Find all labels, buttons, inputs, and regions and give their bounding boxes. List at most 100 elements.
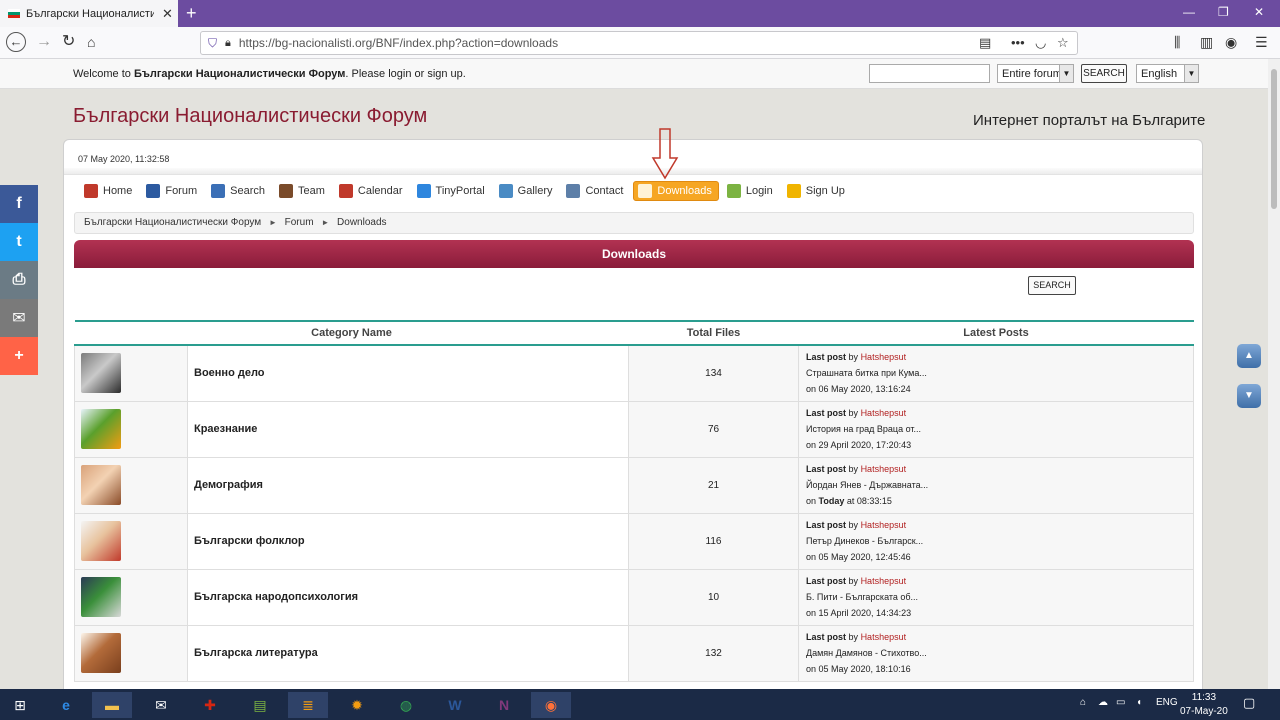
system-clock[interactable]: 11:33 07-May-20 bbox=[1180, 691, 1228, 719]
twitter-share-button[interactable]: t bbox=[0, 223, 38, 261]
category-name[interactable]: Българска народопсихология bbox=[187, 568, 629, 626]
onenote-icon[interactable]: N bbox=[484, 692, 524, 718]
breadcrumb-item-forum-home[interactable]: Български Националистически Форум bbox=[84, 217, 261, 228]
last-post-label[interactable]: Last post bbox=[806, 632, 846, 642]
post-author-link[interactable]: Hatshepsut bbox=[861, 576, 907, 586]
bookmark-star-icon[interactable]: ☆ bbox=[1057, 35, 1069, 51]
close-window-button[interactable]: ✕ bbox=[1254, 5, 1264, 19]
last-post-label[interactable]: Last post bbox=[806, 520, 846, 530]
back-button[interactable]: ← bbox=[6, 32, 26, 52]
volume-icon[interactable]: ◖ bbox=[1136, 697, 1142, 708]
page-scrollbar[interactable] bbox=[1268, 59, 1280, 689]
last-post-label[interactable]: Last post bbox=[806, 352, 846, 362]
menu-item-contact[interactable]: Contact bbox=[562, 181, 629, 201]
category-thumbnail[interactable] bbox=[81, 353, 121, 394]
scroll-down-button[interactable]: ▼ bbox=[1237, 384, 1261, 408]
last-post-title[interactable]: Петър Динеков - Българск... bbox=[806, 533, 1193, 549]
cloud-icon[interactable]: ☁ bbox=[1098, 697, 1108, 708]
home-button[interactable]: ⌂ bbox=[87, 33, 95, 51]
category-name-text[interactable]: Демография bbox=[194, 479, 263, 491]
category-thumbnail[interactable] bbox=[81, 633, 121, 673]
category-name-text[interactable]: Военно дело bbox=[194, 367, 265, 379]
facebook-share-button[interactable]: f bbox=[0, 185, 38, 223]
tab-close-icon[interactable]: ✕ bbox=[162, 6, 173, 22]
last-post-label[interactable]: Last post bbox=[806, 576, 846, 586]
word-icon[interactable]: W bbox=[435, 692, 475, 718]
page-actions-icon[interactable]: ••• bbox=[1011, 35, 1025, 50]
category-thumbnail[interactable] bbox=[81, 577, 121, 617]
reader-view-icon[interactable]: ▤ bbox=[979, 35, 991, 51]
scrollbar-thumb[interactable] bbox=[1271, 69, 1277, 209]
scroll-up-button[interactable]: ▲ bbox=[1237, 344, 1261, 368]
tracking-shield-icon[interactable]: ⛉ bbox=[208, 36, 217, 51]
category-thumbnail[interactable] bbox=[81, 521, 121, 561]
category-name-text[interactable]: Български фолклор bbox=[194, 535, 305, 547]
category-name[interactable]: Български фолклор bbox=[187, 512, 629, 570]
last-post-title[interactable]: Дамян Дамянов - Стихотво... bbox=[806, 645, 1193, 661]
post-author-link[interactable]: Hatshepsut bbox=[861, 520, 907, 530]
paperclip-icon[interactable]: ⌂ bbox=[1080, 697, 1086, 708]
menu-item-home[interactable]: Home bbox=[80, 181, 138, 201]
file-explorer-icon[interactable]: ▬ bbox=[92, 692, 132, 718]
downloads-search-button[interactable]: SEARCH bbox=[1028, 276, 1076, 295]
firefox-icon[interactable]: ◉ bbox=[531, 692, 571, 718]
network-icon[interactable]: ▭ bbox=[1116, 697, 1125, 708]
menu-item-team[interactable]: Team bbox=[275, 181, 331, 201]
minimize-button[interactable]: — bbox=[1183, 5, 1195, 19]
chrome-icon[interactable]: ◍ bbox=[386, 692, 426, 718]
category-thumbnail[interactable] bbox=[81, 465, 121, 505]
menu-item-calendar[interactable]: Calendar bbox=[335, 181, 409, 201]
lock-icon[interactable]: 🔒︎ bbox=[225, 37, 231, 50]
post-author-link[interactable]: Hatshepsut bbox=[861, 408, 907, 418]
breadcrumb-item-forum[interactable]: Forum bbox=[285, 217, 314, 228]
menu-item-gallery[interactable]: Gallery bbox=[495, 181, 559, 201]
new-tab-button[interactable]: + bbox=[186, 3, 197, 24]
category-name-text[interactable]: Българска литература bbox=[194, 647, 318, 659]
url-text[interactable]: https://bg-nacionalisti.org/BNF/index.ph… bbox=[239, 36, 558, 50]
menu-item-sign-up[interactable]: Sign Up bbox=[783, 181, 851, 201]
account-icon[interactable]: ◉ bbox=[1225, 34, 1237, 51]
last-post-title[interactable]: Б. Пити - Българската об... bbox=[806, 589, 1193, 605]
share-share-button[interactable]: + bbox=[0, 337, 38, 375]
address-bar[interactable]: ⛉ 🔒︎ https://bg-nacionalisti.org/BNF/ind… bbox=[200, 31, 1078, 55]
menu-item-downloads[interactable]: Downloads bbox=[633, 181, 719, 201]
post-author-link[interactable]: Hatshepsut bbox=[861, 352, 907, 362]
browser-tab[interactable]: Български Националисти... ✕ bbox=[0, 0, 178, 27]
forward-button[interactable]: → bbox=[36, 33, 52, 51]
menu-item-search[interactable]: Search bbox=[207, 181, 271, 201]
maximize-button[interactable]: ❐ bbox=[1218, 5, 1229, 19]
menu-item-tinyportal[interactable]: TinyPortal bbox=[413, 181, 491, 201]
last-post-label[interactable]: Last post bbox=[806, 408, 846, 418]
top-search-button[interactable]: SEARCH bbox=[1081, 64, 1127, 83]
category-name[interactable]: Демография bbox=[187, 456, 629, 514]
last-post-label[interactable]: Last post bbox=[806, 464, 846, 474]
email-share-button[interactable]: ✉ bbox=[0, 299, 38, 337]
edge-icon[interactable]: e bbox=[46, 692, 86, 718]
category-thumbnail[interactable] bbox=[81, 409, 121, 449]
category-name-text[interactable]: Краезнание bbox=[194, 423, 257, 435]
mail-icon[interactable]: ✉ bbox=[141, 692, 181, 718]
library-icon[interactable]: ⫼ bbox=[1174, 34, 1180, 51]
stack-app-icon[interactable]: ≣ bbox=[288, 692, 328, 718]
last-post-title[interactable]: История на град Враца от... bbox=[806, 421, 1193, 437]
print-share-button[interactable]: ⎙ bbox=[0, 261, 38, 299]
start-button-icon[interactable]: ⊞ bbox=[0, 692, 40, 718]
menu-item-forum[interactable]: Forum bbox=[142, 181, 203, 201]
last-post-title[interactable]: Йордан Янев - Държавната... bbox=[806, 477, 1193, 493]
breadcrumb-item-downloads[interactable]: Downloads bbox=[337, 217, 386, 228]
sidebar-icon[interactable]: ▥ bbox=[1200, 34, 1213, 51]
sun-app-icon[interactable]: ✹ bbox=[337, 692, 377, 718]
notepad-icon[interactable]: ▤ bbox=[240, 692, 280, 718]
menu-icon[interactable]: ☰ bbox=[1255, 34, 1268, 51]
language-select[interactable]: English ▼ bbox=[1136, 64, 1199, 83]
last-post-title[interactable]: Страшната битка при Кума... bbox=[806, 365, 1193, 381]
top-search-input[interactable] bbox=[869, 64, 990, 83]
post-author-link[interactable]: Hatshepsut bbox=[861, 464, 907, 474]
post-author-link[interactable]: Hatshepsut bbox=[861, 632, 907, 642]
category-name[interactable]: Българска литература bbox=[187, 624, 629, 682]
reload-button[interactable]: ↻ bbox=[62, 33, 75, 51]
search-scope-select[interactable]: Entire forum ▼ bbox=[997, 64, 1074, 83]
category-name[interactable]: Военно дело bbox=[187, 344, 629, 402]
category-name-text[interactable]: Българска народопсихология bbox=[194, 591, 358, 603]
menu-item-login[interactable]: Login bbox=[723, 181, 779, 201]
